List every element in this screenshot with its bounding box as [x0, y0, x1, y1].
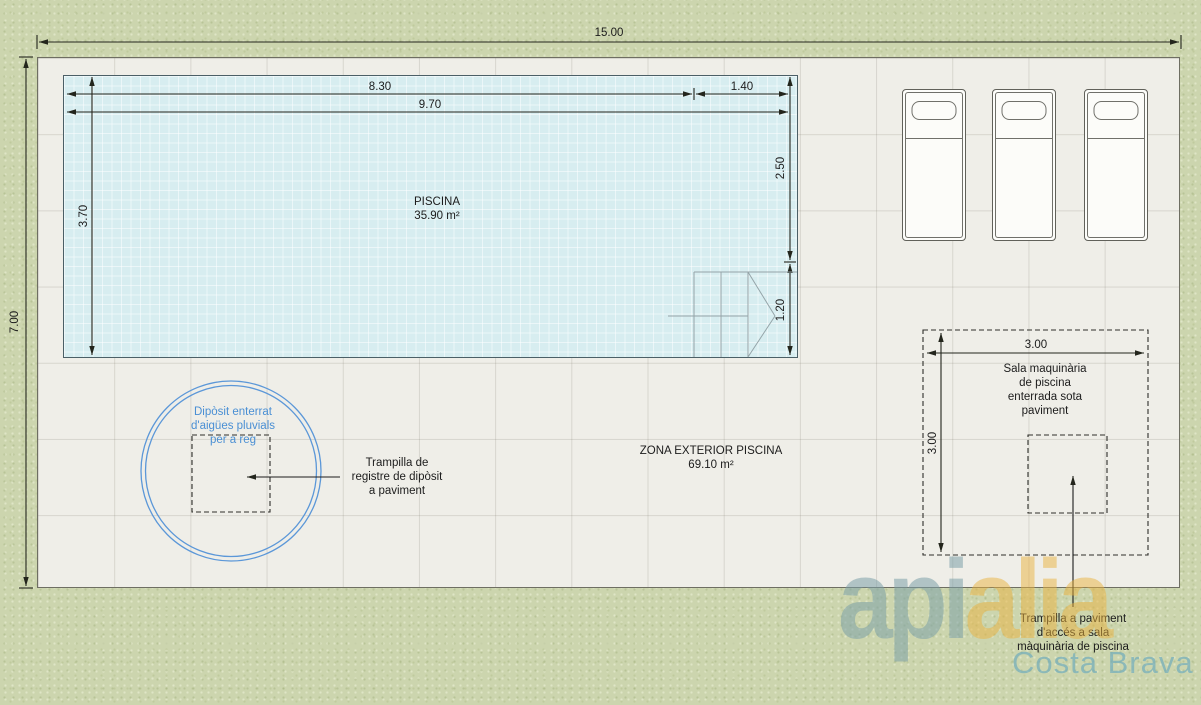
dim-machinery-width: 3.00: [1025, 339, 1047, 351]
dim-pool-height: 3.70: [78, 205, 90, 227]
sun-lounger-pillow: [1002, 101, 1047, 120]
sun-lounger-1: [902, 89, 966, 241]
sun-lounger-2: [992, 89, 1056, 241]
watermark-tagline: Costa Brava: [1012, 645, 1194, 681]
dim-stairs-width: 1.40: [731, 81, 753, 93]
dim-total-width: 15.00: [595, 27, 624, 39]
sun-lounger-mat: [995, 92, 1053, 238]
sun-lounger-3: [1084, 89, 1148, 241]
dim-machinery-height: 3.00: [927, 432, 939, 454]
watermark-logo: apialia: [838, 544, 1108, 656]
site-plan: 15.00 7.00 8.30 9.70 1.40 3.70 2.50 1.20…: [0, 0, 1201, 705]
sun-lounger-mat: [905, 92, 963, 238]
machinery-room-label: Sala maquinària de piscina enterrada sot…: [1003, 362, 1086, 418]
dim-total-height: 7.00: [9, 311, 21, 333]
dim-pool-total-width: 9.70: [419, 99, 441, 111]
sun-lounger-divider: [996, 138, 1052, 139]
dim-pool-swim-width: 8.30: [369, 81, 391, 93]
dim-pool-right-upper: 2.50: [775, 157, 787, 179]
sun-lounger-divider: [906, 138, 962, 139]
pool-label: PISCINA 35.90 m²: [414, 195, 460, 223]
sun-lounger-mat: [1087, 92, 1145, 238]
sun-lounger-pillow: [912, 101, 957, 120]
sun-lounger-divider: [1088, 138, 1144, 139]
tank-hatch-label: Trampilla de registre de dipòsit a pavim…: [352, 456, 443, 498]
watermark-brand-part2: alia: [965, 537, 1108, 662]
sun-lounger-pillow: [1094, 101, 1139, 120]
dim-pool-right-lower: 1.20: [775, 299, 787, 321]
exterior-zone-label: ZONA EXTERIOR PISCINA 69.10 m²: [640, 444, 783, 472]
rainwater-tank-label: Dipòsit enterrat d'aigües pluvials per a…: [191, 405, 275, 447]
watermark-brand-part1: api: [838, 537, 965, 662]
